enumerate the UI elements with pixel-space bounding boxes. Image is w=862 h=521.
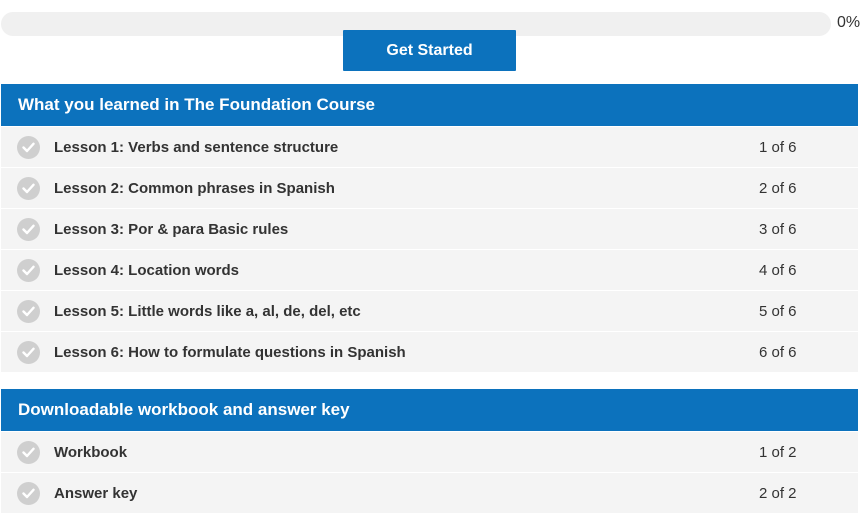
checkmark-circle-icon xyxy=(17,482,40,505)
lesson-title: Lesson 6: How to formulate questions in … xyxy=(54,343,406,361)
lesson-count: 2 of 2 xyxy=(759,484,797,502)
lesson-row[interactable]: Lesson 6: How to formulate questions in … xyxy=(1,331,858,372)
lesson-count: 3 of 6 xyxy=(759,220,797,238)
lesson-title: Lesson 1: Verbs and sentence structure xyxy=(54,138,339,156)
checkmark-circle-icon xyxy=(17,177,40,200)
section-header: Downloadable workbook and answer key xyxy=(1,389,858,431)
lesson-count: 2 of 6 xyxy=(759,179,797,197)
checkmark-circle-icon xyxy=(17,259,40,282)
get-started-button[interactable]: Get Started xyxy=(343,30,516,71)
section-workbook-downloads: Downloadable workbook and answer key Wor… xyxy=(1,389,858,513)
lesson-row[interactable]: Answer key 2 of 2 xyxy=(1,472,858,513)
section-header: What you learned in The Foundation Cours… xyxy=(1,84,858,126)
checkmark-circle-icon xyxy=(17,136,40,159)
lesson-row[interactable]: Lesson 5: Little words like a, al, de, d… xyxy=(1,290,858,331)
lesson-title: Workbook xyxy=(54,443,128,461)
section-foundation-lessons: What you learned in The Foundation Cours… xyxy=(1,84,858,372)
course-progress: 0% xyxy=(0,0,862,36)
checkmark-circle-icon xyxy=(17,300,40,323)
lesson-row[interactable]: Lesson 4: Location words 4 of 6 xyxy=(1,249,858,290)
checkmark-circle-icon xyxy=(17,218,40,241)
progress-percent: 0% xyxy=(837,14,861,31)
lesson-count: 1 of 2 xyxy=(759,443,797,461)
checkmark-circle-icon xyxy=(17,341,40,364)
lesson-title: Lesson 5: Little words like a, al, de, d… xyxy=(54,302,361,320)
checkmark-circle-icon xyxy=(17,441,40,464)
lesson-count: 4 of 6 xyxy=(759,261,797,279)
lesson-row[interactable]: Workbook 1 of 2 xyxy=(1,431,858,472)
lesson-title: Answer key xyxy=(54,484,138,502)
lesson-count: 1 of 6 xyxy=(759,138,797,156)
lesson-row[interactable]: Lesson 2: Common phrases in Spanish 2 of … xyxy=(1,167,858,208)
lesson-count: 5 of 6 xyxy=(759,302,797,320)
lesson-title: Lesson 2: Common phrases in Spanish xyxy=(54,179,335,197)
lesson-title: Lesson 3: Por & para Basic rules xyxy=(54,220,289,238)
lesson-count: 6 of 6 xyxy=(759,343,797,361)
lesson-row[interactable]: Lesson 1: Verbs and sentence structure 1 … xyxy=(1,126,858,167)
lesson-row[interactable]: Lesson 3: Por & para Basic rules 3 of 6 xyxy=(1,208,858,249)
lesson-title: Lesson 4: Location words xyxy=(54,261,240,279)
